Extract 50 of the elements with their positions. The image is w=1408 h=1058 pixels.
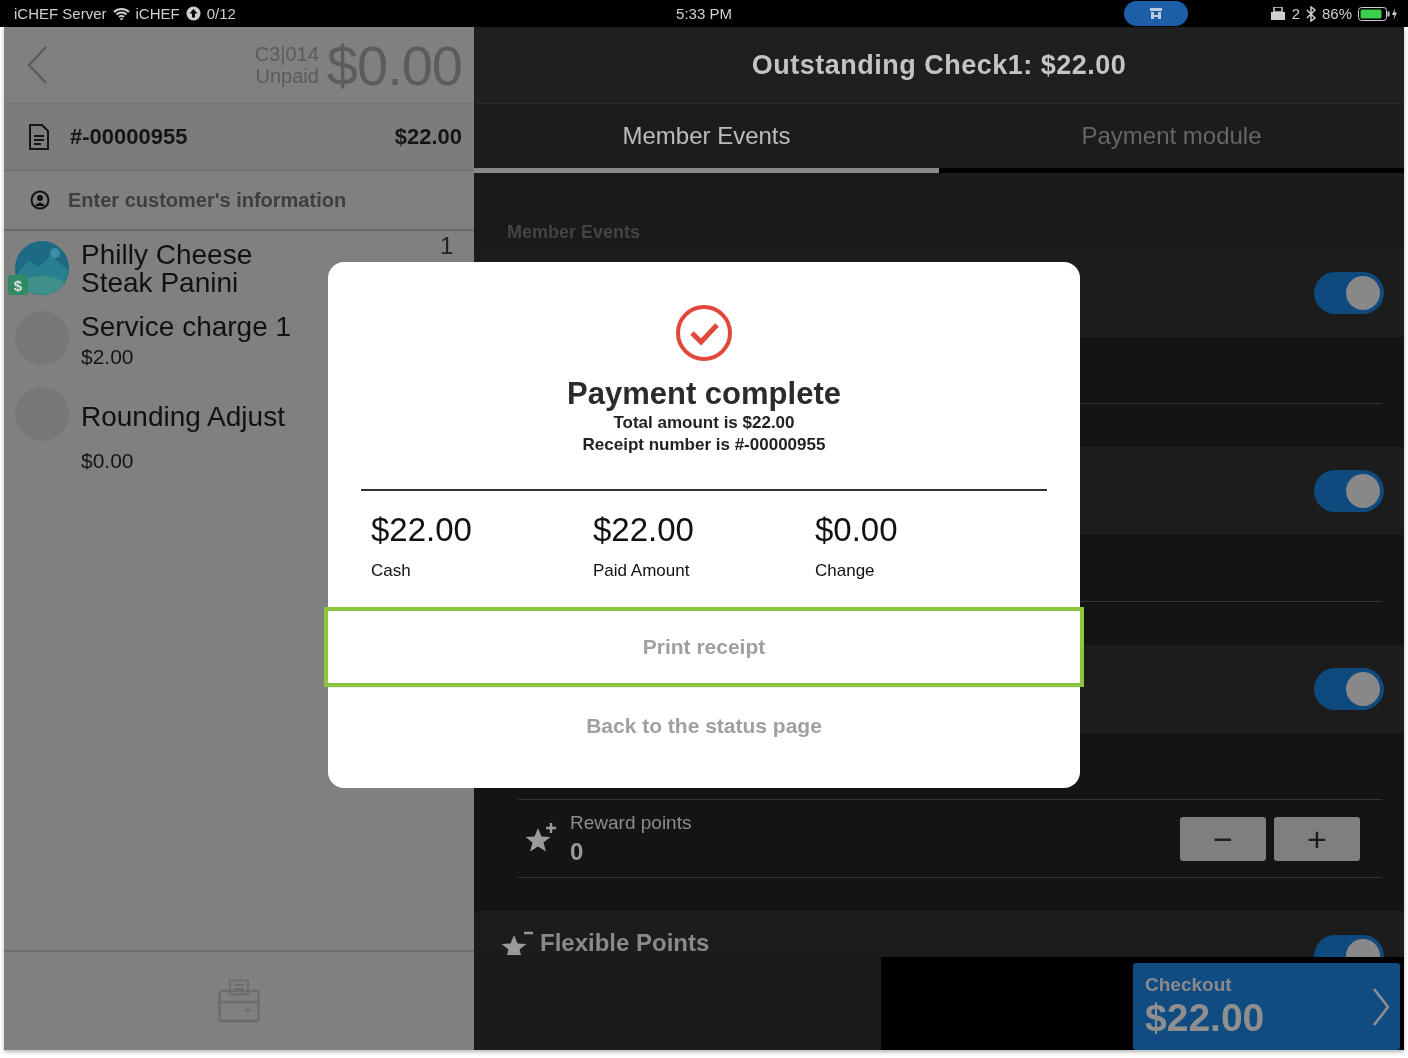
check-title: Outstanding Check1: $22.00 [751,49,1127,81]
toggle-switch[interactable] [1314,470,1384,512]
printer-icon [1269,7,1286,20]
item-name: Service charge 1 [81,313,292,341]
summary-amount: $22.00 [593,511,695,549]
summary-label: Cash [371,561,412,581]
item-quantity: 1 [440,233,454,259]
reward-points-label: Reward points [570,811,692,834]
item-name: Philly Cheese Steak Panini [81,241,254,297]
shop-status-pill[interactable] [1124,1,1188,26]
customer-field[interactable]: Enter customer's information [4,171,474,231]
upload-icon [185,6,201,21]
item-price: $2.00 [81,345,135,369]
storefront-icon [1149,7,1163,20]
price-badge: $ [8,275,28,295]
bluetooth-icon [1305,5,1316,22]
dialog-title: Payment complete [567,376,841,412]
minus-button[interactable]: − [1180,816,1266,861]
dialog-message: Receipt number is #-00000955 [582,434,826,456]
section-label: Flexible Points [540,929,710,957]
summary-amount: $22.00 [371,511,473,549]
plus-button[interactable]: + [1274,816,1360,861]
network-name: iCHEF [135,5,180,22]
receipt-number: #-00000955 [70,124,188,150]
dialog-button[interactable]: Print receipt [324,607,1084,687]
reward-points-value: 0 [570,837,585,866]
battery-icon [1358,6,1398,21]
sync-count: 0/12 [206,5,236,22]
summary-amount: $0.00 [815,511,899,549]
dialog-message: Total amount is $22.00 [613,412,795,434]
receipt-total: $22.00 [394,124,462,150]
carrier-name: iCHEF Server [14,5,107,22]
toggle-switch[interactable] [1314,668,1384,710]
document-icon [28,124,50,150]
checkout-button[interactable]: Checkout $22.00 [1133,963,1400,1050]
summary-label: Paid Amount [593,561,691,581]
dialog-button[interactable]: Back to the status page [328,687,1080,763]
clock: 5:33 PM [676,5,732,22]
printer-count: 2 [1291,5,1300,22]
person-icon [30,190,50,210]
battery-percent: 86% [1321,5,1352,22]
customer-placeholder: Enter customer's information [68,188,347,212]
item-name: Rounding Adjust [81,403,285,431]
wifi-icon [112,7,130,20]
toggle-switch[interactable] [1314,935,1384,959]
item-price: $0.00 [81,449,135,473]
toggle-switch[interactable] [1314,272,1384,314]
checkmark-icon [675,304,733,362]
chevron-right-icon [1372,986,1390,1027]
summary-label: Change [815,561,876,581]
